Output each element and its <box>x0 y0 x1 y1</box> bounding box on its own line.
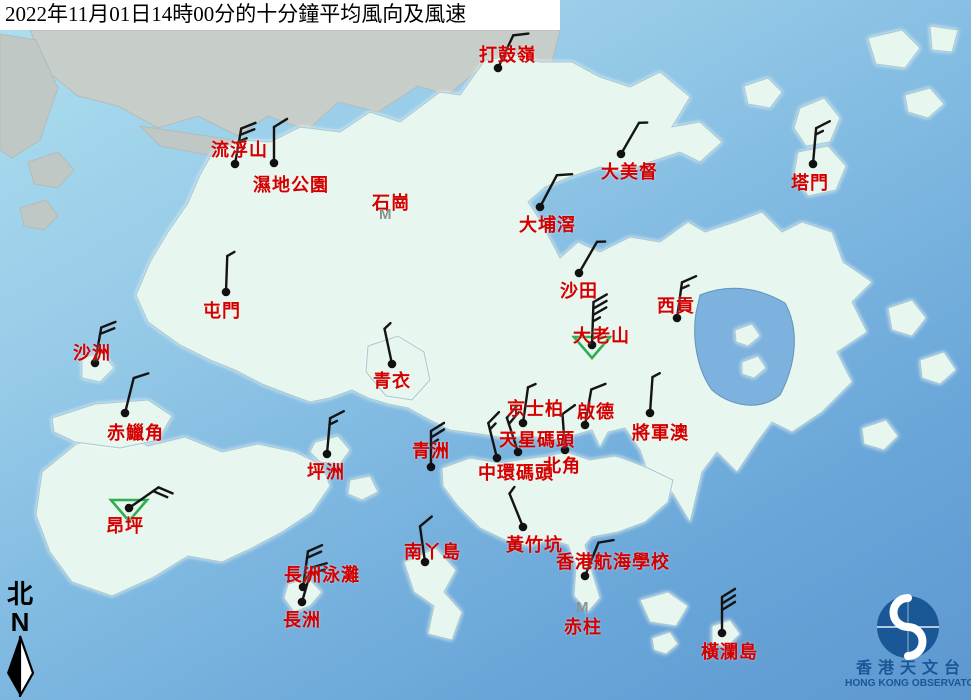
wind-barb-peng-chau <box>323 410 344 458</box>
wind-barb-layer <box>0 0 971 700</box>
station-label-green-island: 青洲 <box>412 442 450 461</box>
wind-barb-wetland-park <box>270 119 287 167</box>
station-label-wong-chuk-hang: 黃竹坑 <box>506 536 563 555</box>
station-label-chek-lap-kok: 赤鱲角 <box>107 424 164 443</box>
station-label-kai-tak: 啟德 <box>577 403 615 422</box>
maintenance-marker-stanley: M <box>576 600 589 615</box>
wind-barb-tuen-mun <box>222 252 235 297</box>
hko-name-english: HONG KONG OBSERVATORY <box>845 678 971 690</box>
station-label-waglan-island: 橫瀾島 <box>701 643 758 662</box>
north-arrow-icon <box>5 635 35 697</box>
wind-barb-waglan-island <box>718 589 735 637</box>
station-label-ta-kwu-ling: 打鼓嶺 <box>479 46 536 65</box>
station-label-lau-fau-shan: 流浮山 <box>211 141 268 160</box>
station-label-tai-mei-tuk: 大美督 <box>601 163 658 182</box>
station-label-kings-park: 京士柏 <box>507 400 564 419</box>
station-label-cheung-chau: 長洲 <box>283 611 321 630</box>
station-label-tseung-kwan-o: 將軍澳 <box>632 424 689 443</box>
compass-north-letter: N <box>3 609 37 635</box>
station-label-sha-chau: 沙洲 <box>73 344 111 363</box>
wind-map-stage: 打鼓嶺流浮山濕地公園石崗M大美督塔門大埔滘沙田屯門西貢沙洲大老山青衣赤鱲角京士柏… <box>0 0 971 700</box>
map-title: 2022年11月01日14時00分的十分鐘平均風向及風速 <box>0 0 560 30</box>
compass: 北 N <box>3 581 37 700</box>
station-label-stanley: 赤柱 <box>564 618 602 637</box>
hko-logo: 香港天文台 HONG KONG OBSERVATORY <box>845 594 971 690</box>
station-label-peng-chau: 坪洲 <box>307 463 345 482</box>
station-label-tuen-mun: 屯門 <box>203 302 241 321</box>
station-label-hk-sea-school: 香港航海學校 <box>556 553 670 572</box>
wind-barb-tai-po-kau <box>536 168 572 213</box>
wind-barb-chek-lap-kok <box>121 370 149 417</box>
station-label-sai-kung: 西貢 <box>657 297 695 316</box>
hko-name-chinese: 香港天文台 <box>851 660 971 678</box>
station-label-star-ferry-pier: 天星碼頭 <box>499 431 575 450</box>
maintenance-marker-shek-kong: M <box>379 207 392 222</box>
wind-barb-tsing-yi <box>384 323 399 368</box>
wind-barb-tai-mei-tuk <box>617 119 648 158</box>
station-label-wetland-park: 濕地公園 <box>253 176 329 195</box>
station-label-cheung-chau-beach: 長洲泳灘 <box>284 566 360 585</box>
wind-barb-tseung-kwan-o <box>646 373 660 418</box>
wind-barb-wong-chuk-hang <box>508 487 530 531</box>
station-label-north-point: 北角 <box>543 457 581 476</box>
station-label-tap-mun: 塔門 <box>791 174 829 193</box>
station-label-lamma-island: 南丫島 <box>404 543 461 562</box>
station-label-tai-po-kau: 大埔滘 <box>519 216 576 235</box>
wind-barb-sha-tin <box>575 238 606 277</box>
wind-barb-tap-mun <box>809 120 830 168</box>
hko-logo-icon <box>873 594 943 660</box>
station-label-sha-tin: 沙田 <box>560 282 598 301</box>
station-label-ngong-ping: 昂坪 <box>106 517 144 536</box>
station-label-tates-cairn: 大老山 <box>573 327 630 346</box>
compass-north-cjk: 北 <box>3 581 37 609</box>
station-label-tsing-yi: 青衣 <box>373 372 411 391</box>
